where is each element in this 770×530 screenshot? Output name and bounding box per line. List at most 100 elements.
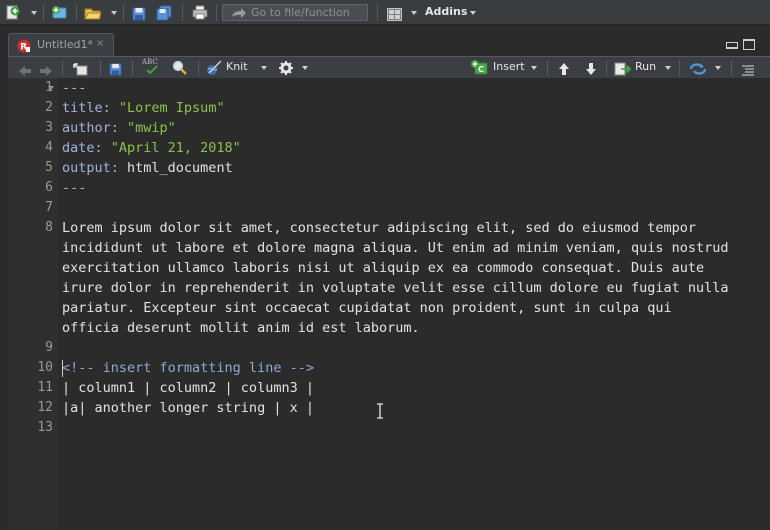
- chevron-down-icon[interactable]: [470, 11, 476, 15]
- toolbar-divider: [679, 60, 680, 76]
- chevron-down-icon[interactable]: [302, 66, 308, 70]
- code-editor[interactable]: 1 2 3 4 5 6 7 8 9 10 11 12 13 --- title:…: [8, 78, 770, 530]
- search-icon[interactable]: [172, 60, 187, 75]
- document-outline-icon[interactable]: [741, 62, 755, 76]
- chevron-down-icon[interactable]: [261, 66, 267, 70]
- rerun-icon[interactable]: [689, 61, 707, 75]
- knit-button[interactable]: Knit: [226, 60, 248, 73]
- line-number: 12: [37, 400, 53, 415]
- line-number: 6: [45, 180, 53, 195]
- run-icon[interactable]: [614, 61, 632, 76]
- minimize-pane-icon[interactable]: [726, 42, 738, 49]
- line-number-gutter: 1 2 3 4 5 6 7 8 9 10 11 12 13: [8, 78, 58, 530]
- save-icon[interactable]: [132, 6, 146, 21]
- toolbar-divider: [606, 60, 607, 76]
- toolbar-divider: [43, 4, 44, 21]
- chevron-down-icon[interactable]: [715, 66, 721, 70]
- go-to-file-input[interactable]: Go to file/function: [222, 4, 368, 21]
- toolbar-divider: [216, 4, 217, 21]
- yaml-delimiter: ---: [62, 80, 87, 96]
- run-button[interactable]: Run: [635, 60, 656, 73]
- line-number: 10: [37, 360, 53, 375]
- chevron-down-icon[interactable]: [665, 66, 671, 70]
- line-number: 1: [45, 80, 53, 95]
- yaml-key: date:: [62, 140, 103, 156]
- ibeam-cursor-icon: [376, 403, 384, 419]
- new-project-icon[interactable]: [50, 5, 68, 20]
- code-line: <!-- insert formatting line -->: [62, 358, 314, 378]
- toolbar-divider: [62, 60, 63, 76]
- html-comment: <!-- insert formatting line -->: [62, 360, 314, 376]
- yaml-string: "mwip": [118, 120, 176, 136]
- workspace-panes-icon[interactable]: [387, 6, 402, 21]
- print-icon[interactable]: [192, 5, 208, 20]
- code-line: |a| another longer string | x |: [62, 400, 314, 416]
- code-line: author: "mwip": [62, 118, 176, 138]
- open-folder-icon[interactable]: [84, 5, 102, 20]
- svg-text:C: C: [478, 65, 484, 74]
- yaml-value: html_document: [118, 160, 233, 176]
- toolbar-divider: [76, 4, 77, 21]
- line-number: 13: [37, 420, 53, 435]
- toolbar-divider: [123, 4, 124, 21]
- rmarkdown-file-icon: R: [17, 38, 31, 53]
- arrow-down-icon[interactable]: [585, 61, 597, 75]
- line-number: 2: [45, 100, 53, 115]
- toolbar-divider: [731, 60, 732, 76]
- save-all-icon[interactable]: [156, 5, 172, 21]
- toolbar-divider: [100, 60, 101, 76]
- insert-chunk-icon[interactable]: C: [470, 59, 489, 75]
- gear-icon[interactable]: [279, 60, 293, 75]
- back-arrow-icon[interactable]: [18, 62, 32, 76]
- new-file-icon[interactable]: [6, 5, 20, 20]
- yaml-key: author:: [62, 120, 119, 136]
- chevron-down-icon[interactable]: [411, 11, 417, 15]
- code-line: incididunt ut labore et dolore magna ali…: [62, 240, 729, 256]
- addins-menu[interactable]: Addins: [425, 5, 467, 18]
- toolbar-divider: [132, 60, 133, 76]
- line-number: 11: [37, 380, 53, 395]
- code-line: title: "Lorem Ipsum": [62, 98, 225, 118]
- chevron-down-icon[interactable]: [31, 11, 37, 15]
- chevron-down-icon[interactable]: [111, 11, 117, 15]
- line-number: 5: [45, 160, 53, 175]
- code-line: ---: [62, 178, 86, 198]
- yaml-string: "April 21, 2018": [102, 140, 241, 156]
- code-line: officia deserunt mollit anim id est labo…: [62, 320, 420, 336]
- code-line: | column1 | column2 | column3 |: [62, 380, 314, 396]
- chevron-down-icon[interactable]: [531, 66, 537, 70]
- arrow-up-icon[interactable]: [558, 61, 570, 75]
- maximize-pane-icon[interactable]: [743, 39, 755, 50]
- fold-chevron-icon[interactable]: [48, 86, 54, 90]
- line-number: 7: [45, 200, 53, 215]
- yaml-key: output:: [62, 160, 119, 176]
- editor-tab-strip: R Untitled1* ×: [0, 25, 770, 56]
- tab-untitled1[interactable]: R Untitled1* ×: [8, 33, 114, 56]
- arrow-right-icon: [231, 7, 247, 19]
- line-number: 4: [45, 140, 53, 155]
- code-line: exercitation ullamco laboris nisi ut ali…: [62, 260, 705, 276]
- code-line: date: "April 21, 2018": [62, 138, 241, 158]
- show-in-window-icon[interactable]: [72, 61, 88, 76]
- spellcheck-icon[interactable]: ABC: [142, 58, 162, 76]
- toolbar-divider: [547, 60, 548, 76]
- main-toolbar: Go to file/function Addins: [0, 0, 770, 25]
- insert-button[interactable]: Insert: [493, 60, 525, 73]
- close-icon[interactable]: ×: [96, 38, 104, 49]
- toolbar-divider: [198, 60, 199, 76]
- knit-icon[interactable]: [206, 60, 223, 76]
- line-number: 3: [45, 120, 53, 135]
- code-line: pariatur. Excepteur sint occaecat cupida…: [62, 300, 672, 316]
- code-line: output: html_document: [62, 158, 233, 178]
- save-icon[interactable]: [109, 61, 122, 76]
- yaml-string: "Lorem Ipsum": [110, 100, 225, 116]
- go-to-file-placeholder: Go to file/function: [251, 6, 350, 19]
- text-cursor: [62, 360, 63, 377]
- tab-title: Untitled1*: [37, 38, 94, 51]
- toolbar-divider: [182, 4, 183, 21]
- code-line: irure dolor in reprehenderit in voluptat…: [62, 280, 729, 296]
- yaml-key: title:: [62, 100, 111, 116]
- editor-toolbar: ABC Knit C Insert Run: [8, 56, 770, 78]
- toolbar-divider: [377, 4, 378, 21]
- forward-arrow-icon[interactable]: [39, 62, 53, 76]
